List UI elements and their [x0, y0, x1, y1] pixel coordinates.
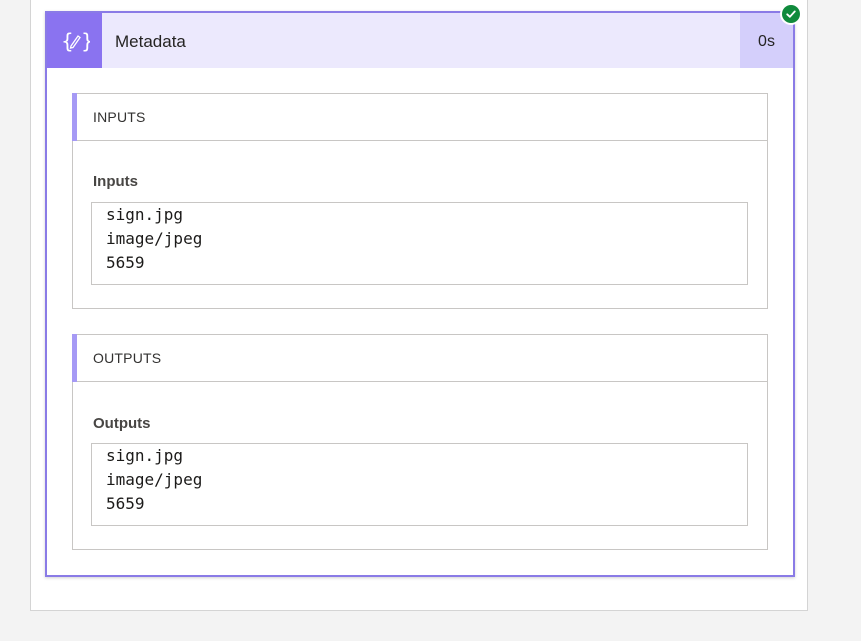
section-accent-bar: [72, 334, 77, 382]
outputs-section-title: OUTPUTS: [93, 350, 162, 366]
svg-text:{: {: [61, 29, 74, 53]
braces-pencil-icon: { }: [47, 13, 102, 68]
inputs-section: INPUTS Inputs sign.jpg image/jpeg 5659: [72, 93, 768, 309]
outputs-field-label: Outputs: [93, 415, 151, 432]
action-card-metadata: { } Metadata 0s INPUTS Inputs sign.jpg i…: [45, 11, 795, 577]
outputs-line-size: 5659: [106, 494, 145, 513]
outputs-value-box[interactable]: sign.jpg image/jpeg 5659: [91, 443, 748, 526]
outputs-section-header[interactable]: OUTPUTS: [72, 334, 767, 382]
inputs-field-label: Inputs: [93, 173, 138, 190]
inputs-section-header[interactable]: INPUTS: [72, 93, 767, 141]
outputs-line-filename: sign.jpg: [106, 446, 184, 465]
success-status-badge: [780, 3, 802, 25]
inputs-line-size: 5659: [106, 253, 145, 272]
action-header[interactable]: { } Metadata 0s: [47, 13, 793, 68]
checkmark-icon: [782, 5, 800, 23]
inputs-line-filename: sign.jpg: [106, 205, 184, 224]
inputs-section-title: INPUTS: [93, 109, 146, 125]
inputs-value-box[interactable]: sign.jpg image/jpeg 5659: [91, 202, 748, 285]
inputs-line-mimetype: image/jpeg: [106, 229, 203, 248]
section-accent-bar: [72, 93, 77, 141]
outputs-line-mimetype: image/jpeg: [106, 470, 203, 489]
svg-text:}: }: [81, 29, 90, 53]
action-title: Metadata: [115, 32, 186, 51]
outputs-section: OUTPUTS Outputs sign.jpg image/jpeg 5659: [72, 334, 768, 550]
